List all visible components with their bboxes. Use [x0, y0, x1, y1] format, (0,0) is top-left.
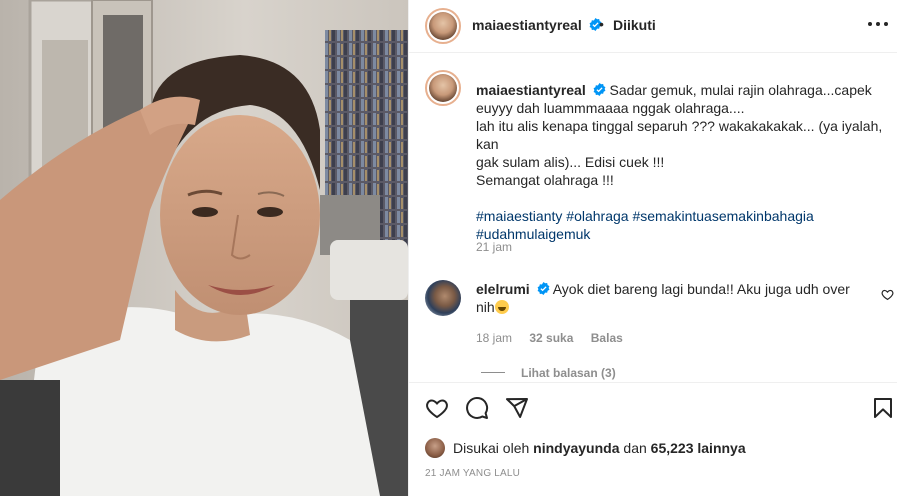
- likes-suffix[interactable]: lainnya: [697, 440, 745, 456]
- likes-count[interactable]: 65,223: [651, 440, 694, 456]
- post-photo: [0, 0, 408, 496]
- caption-hashtags: #maiaestianty #olahraga #semakintuasemak…: [476, 207, 886, 243]
- comment-likes[interactable]: 32 suka: [529, 331, 573, 345]
- share-icon[interactable]: [505, 396, 529, 420]
- caption-first-line: maiaestiantyreal Sadar gemuk, mulai raji…: [476, 81, 886, 99]
- post-details-panel: maiaestiantyreal • Diikuti maiaestiantyr…: [408, 0, 897, 496]
- commenter-avatar[interactable]: [425, 280, 461, 316]
- comments-area[interactable]: maiaestiantyreal Sadar gemuk, mulai raji…: [409, 54, 897, 380]
- comment-meta: 18 jam 32 suka Balas: [476, 331, 637, 345]
- post-header: maiaestiantyreal • Diikuti: [409, 0, 897, 53]
- caption-text-line: Semangat olahraga !!!: [476, 172, 614, 188]
- view-replies-label[interactable]: Lihat balasan (3): [521, 366, 616, 380]
- selfie-image: [0, 0, 408, 496]
- post-timestamp[interactable]: 21 JAM YANG LALU: [425, 468, 520, 479]
- author-avatar[interactable]: [425, 8, 461, 44]
- hashtag-link[interactable]: #olahraga: [566, 208, 628, 224]
- header-separator: •: [599, 16, 604, 32]
- reply-button[interactable]: Balas: [591, 331, 623, 345]
- caption-avatar[interactable]: [425, 70, 461, 106]
- heart-icon[interactable]: [425, 396, 449, 420]
- likes-prefix: Disukai oleh: [453, 440, 530, 456]
- liker-username[interactable]: nindyayunda: [533, 440, 619, 456]
- comment-text-continued: nih: [476, 299, 495, 315]
- hashtag-link[interactable]: #semakintuasemakinbahagia: [632, 208, 813, 224]
- likes-conj: dan: [623, 440, 647, 456]
- comment-time: 18 jam: [476, 331, 513, 345]
- comment-item: elelrumi Ayok diet bareng lagi bunda!! A…: [476, 280, 881, 316]
- more-options-icon[interactable]: [867, 19, 889, 29]
- likes-summary: Disukai oleh nindyayunda dan 65,223 lain…: [425, 438, 746, 458]
- caption-text-line: gak sulam alis)... Edisi cuek !!!: [476, 154, 665, 170]
- caption-text-line: Sadar gemuk, mulai rajin olahraga...cape…: [609, 82, 872, 98]
- post-caption: maiaestiantyreal Sadar gemuk, mulai raji…: [476, 81, 886, 243]
- replies-divider: [481, 372, 505, 373]
- comment-like-heart-icon[interactable]: [881, 288, 894, 301]
- author-username-wrap[interactable]: maiaestiantyreal: [472, 17, 602, 35]
- caption-time: 21 jam: [476, 240, 513, 254]
- comment-text: Ayok diet bareng lagi bunda!! Aku juga u…: [552, 281, 850, 297]
- verified-badge-icon: [537, 282, 550, 295]
- bookmark-icon[interactable]: [871, 396, 895, 420]
- grinning-sweat-emoji-icon: [494, 300, 509, 314]
- caption-username[interactable]: maiaestiantyreal: [476, 82, 586, 98]
- view-replies-button[interactable]: Lihat balasan (3): [476, 366, 616, 380]
- verified-badge-icon: [593, 83, 606, 96]
- caption-text-line: euyyy dah luammmaaaa nggak olahraga....: [476, 100, 745, 116]
- action-bar: [409, 382, 897, 430]
- comment-icon[interactable]: [465, 396, 489, 420]
- caption-text-line: lah itu alis kenapa tinggal separuh ??? …: [476, 118, 883, 152]
- commenter-username[interactable]: elelrumi: [476, 281, 530, 297]
- liker-avatar[interactable]: [425, 438, 445, 458]
- hashtag-link[interactable]: #maiaestianty: [476, 208, 562, 224]
- following-button[interactable]: Diikuti: [613, 17, 656, 33]
- author-username[interactable]: maiaestiantyreal: [472, 17, 582, 33]
